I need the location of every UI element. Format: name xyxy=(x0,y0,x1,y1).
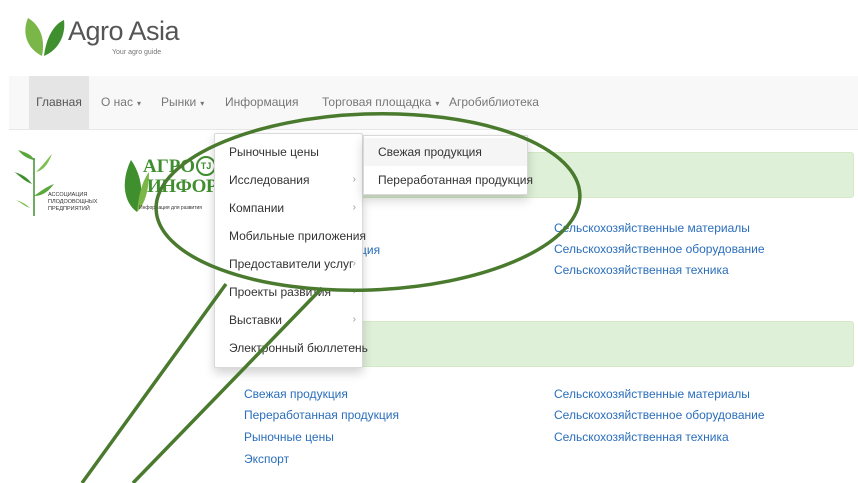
partner-logo-agroinform[interactable]: АГРО TJ ИНФОРМ Информация для развития xyxy=(121,150,235,230)
chevron-down-icon: ▾ xyxy=(435,99,440,108)
menu-item-label: Электронный бюллетень xyxy=(229,341,368,355)
chevron-right-icon: › xyxy=(352,230,356,241)
menu-item-dev-projects[interactable]: Проекты развития › xyxy=(215,278,362,306)
brand-name: Agro Asia xyxy=(68,16,180,46)
section2-link-materials[interactable]: Сельскохозяйственные материалы xyxy=(554,387,750,401)
main-navbar: Главная О нас ▾ Рынки ▾ Информация Торгова… xyxy=(9,76,858,130)
nav-agrolibrary[interactable]: Агробиблиотека xyxy=(449,76,539,129)
menu-item-research[interactable]: Исследования › xyxy=(215,166,362,194)
chevron-right-icon: › xyxy=(352,258,356,269)
chevron-down-icon: ▾ xyxy=(200,99,205,108)
menu-item-exhibitions[interactable]: Выставки › xyxy=(215,306,362,334)
nav-information[interactable]: Информация xyxy=(225,76,298,129)
section2-link-fresh[interactable]: Свежая продукция xyxy=(244,387,348,401)
menu-item-label: Компании xyxy=(229,201,285,215)
menu-item-mobile-apps[interactable]: Мобильные приложения › xyxy=(215,222,366,250)
section2-link-prices[interactable]: Рыночные цены xyxy=(244,430,334,444)
nav-agrolibrary-label: Агробиблиотека xyxy=(449,95,539,109)
menu-item-label: Выставки xyxy=(229,313,282,327)
annotation-pointer-line-left xyxy=(80,282,228,483)
nav-markets[interactable]: Рынки ▾ xyxy=(161,76,204,129)
nav-marketplace[interactable]: Торговая площадка ▾ xyxy=(322,76,439,129)
chevron-right-icon: › xyxy=(352,174,356,185)
tj-badge: TJ xyxy=(196,156,216,176)
menu-item-label: Мобильные приложения xyxy=(229,229,366,243)
menu-item-label: Рыночные цены xyxy=(229,145,319,159)
menu-item-service-providers[interactable]: Предоставители услуг › xyxy=(215,250,362,278)
nav-marketplace-label: Торговая площадка xyxy=(322,95,432,109)
agroinform-subtitle: Информация для развития xyxy=(139,205,202,211)
site-logo[interactable]: Agro Asia Your agro guide xyxy=(20,12,220,62)
menu-item-companies[interactable]: Компании › xyxy=(215,194,362,222)
nav-home[interactable]: Главная xyxy=(29,76,89,129)
section2-link-equipment[interactable]: Сельскохозяйственное оборудование xyxy=(554,408,765,422)
section1-link-equipment[interactable]: Сельскохозяйственное оборудование xyxy=(554,242,765,256)
menu-item-label: Исследования xyxy=(229,173,310,187)
section1-link-materials[interactable]: Сельскохозяйственные материалы xyxy=(554,221,750,235)
nav-home-label: Главная xyxy=(36,95,82,109)
partner-logo-association[interactable]: Ассоциация плодоовощных предприятий xyxy=(14,150,114,230)
section2-link-processed[interactable]: Переработанная продукция xyxy=(244,408,399,422)
chevron-right-icon: › xyxy=(352,314,356,325)
nav-markets-label: Рынки xyxy=(161,95,197,109)
menu-item-label: Предоставители услуг xyxy=(229,257,354,271)
section2-link-export[interactable]: Экспорт xyxy=(244,452,289,466)
association-name: Ассоциация плодоовощных предприятий xyxy=(48,192,98,212)
submenu-item-fresh-produce[interactable]: Свежая продукция xyxy=(364,138,527,166)
brand-tagline: Your agro guide xyxy=(112,49,162,56)
submenu-item-label: Свежая продукция xyxy=(378,145,482,159)
submenu-item-processed-produce[interactable]: Переработанная продукция xyxy=(364,166,533,194)
menu-item-label: Проекты развития xyxy=(229,285,331,299)
nav-about-label: О нас xyxy=(101,95,133,109)
chevron-down-icon: ▾ xyxy=(136,99,141,108)
section2-link-machinery[interactable]: Сельскохозяйственная техника xyxy=(554,430,729,444)
nav-information-label: Информация xyxy=(225,95,299,109)
chevron-right-icon: › xyxy=(352,286,356,297)
agro-word: АГРО xyxy=(143,156,196,177)
research-submenu: Свежая продукция Переработанная продукци… xyxy=(363,135,533,195)
submenu-item-label: Переработанная продукция xyxy=(378,173,533,187)
menu-item-e-bulletin[interactable]: Электронный бюллетень › xyxy=(215,334,368,362)
leaf-logo-icon xyxy=(25,18,65,56)
information-dropdown-menu: Рыночные цены Исследования › Компании › … xyxy=(214,133,368,368)
chevron-right-icon: › xyxy=(352,202,356,213)
section1-link-machinery[interactable]: Сельскохозяйственная техника xyxy=(554,263,729,277)
chevron-right-icon: › xyxy=(352,342,356,353)
menu-item-market-prices[interactable]: Рыночные цены xyxy=(215,138,362,166)
nav-about[interactable]: О нас ▾ xyxy=(101,76,141,129)
